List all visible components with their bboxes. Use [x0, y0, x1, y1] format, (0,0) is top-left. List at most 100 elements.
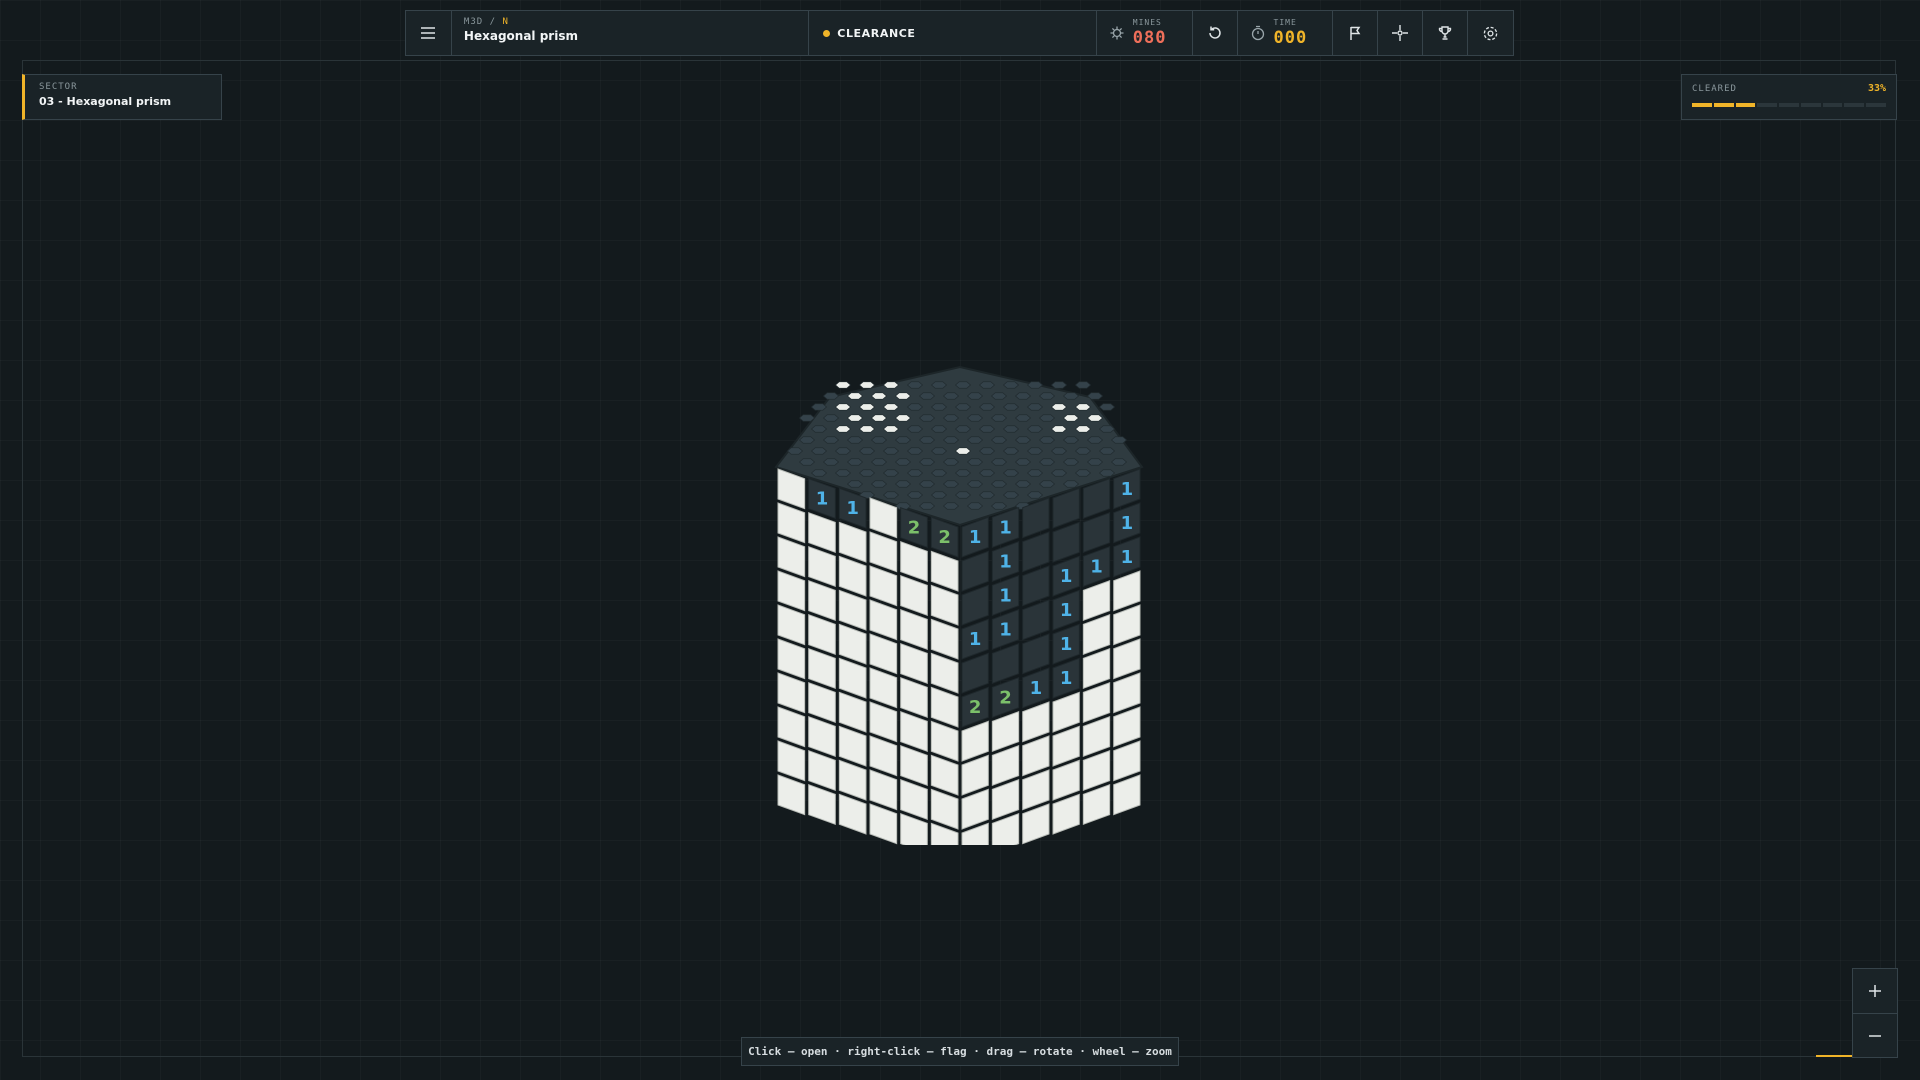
top-cell[interactable] [906, 381, 924, 389]
cell-number[interactable]: 1 [999, 620, 1012, 641]
top-cell[interactable] [918, 414, 936, 422]
cell-number[interactable]: 2 [938, 527, 951, 548]
top-cell[interactable] [990, 414, 1008, 422]
board-cell[interactable] [961, 754, 989, 796]
top-cell[interactable] [1074, 447, 1092, 455]
top-cell[interactable] [918, 436, 936, 444]
top-cell[interactable] [906, 447, 924, 455]
board-cell[interactable] [838, 555, 867, 597]
board-cell[interactable] [1113, 570, 1141, 612]
board-cell[interactable] [808, 647, 836, 690]
top-cell[interactable] [846, 458, 864, 466]
top-cell[interactable] [870, 414, 888, 422]
top-cell[interactable] [858, 381, 876, 389]
cell-number[interactable]: 1 [816, 489, 829, 510]
top-cell[interactable] [798, 414, 816, 422]
top-cell[interactable] [846, 392, 864, 400]
top-cell[interactable] [882, 469, 900, 477]
cell-number[interactable]: 1 [1060, 600, 1073, 621]
board-cell[interactable] [1113, 774, 1141, 816]
top-cell[interactable] [1002, 469, 1020, 477]
board-cell[interactable] [1082, 681, 1111, 724]
board-cell[interactable] [777, 570, 806, 612]
board-cell[interactable] [1113, 638, 1141, 680]
top-cell[interactable] [1014, 480, 1032, 488]
cell-number[interactable]: 1 [1060, 668, 1073, 689]
board-cell[interactable] [1113, 672, 1141, 714]
top-cell[interactable] [870, 436, 888, 444]
board-cell[interactable] [1052, 793, 1080, 835]
board-cell[interactable] [869, 531, 898, 573]
top-cell[interactable] [930, 381, 948, 389]
top-cell[interactable] [1050, 469, 1068, 477]
board-cell[interactable] [777, 604, 806, 646]
board-cell[interactable] [1082, 783, 1111, 826]
cell-number[interactable]: 1 [999, 518, 1012, 539]
top-cell[interactable] [1026, 381, 1044, 389]
top-cell[interactable] [942, 502, 960, 510]
top-cell[interactable] [1110, 436, 1128, 444]
board-cell[interactable] [869, 735, 898, 777]
top-cell[interactable] [1086, 458, 1104, 466]
top-cell[interactable] [990, 480, 1008, 488]
top-cell[interactable] [1014, 392, 1032, 400]
board-cell[interactable] [777, 740, 806, 782]
board-cell[interactable] [1082, 749, 1111, 792]
top-cell[interactable] [894, 458, 912, 466]
top-cell[interactable] [858, 469, 876, 477]
top-cell[interactable] [1002, 403, 1020, 411]
top-cell[interactable] [966, 436, 984, 444]
top-cell[interactable] [930, 447, 948, 455]
cell-number[interactable]: 2 [908, 518, 921, 539]
top-cell[interactable] [822, 436, 840, 444]
top-cell[interactable] [1014, 414, 1032, 422]
top-cell[interactable] [1110, 458, 1128, 466]
top-cell[interactable] [1062, 414, 1080, 422]
board-cell[interactable] [838, 623, 867, 665]
cell-number[interactable]: 1 [999, 552, 1012, 573]
top-cell[interactable] [1002, 425, 1020, 433]
cell-number[interactable]: 2 [969, 697, 982, 718]
board-cell[interactable] [1022, 565, 1050, 607]
board-cell[interactable] [1113, 706, 1141, 748]
cell-number[interactable]: 1 [969, 629, 982, 650]
board-cell[interactable] [869, 599, 898, 641]
top-cell[interactable] [978, 425, 996, 433]
top-cell[interactable] [990, 392, 1008, 400]
board-cell[interactable] [869, 803, 898, 845]
top-cell[interactable] [1014, 458, 1032, 466]
board-cell[interactable] [1022, 803, 1050, 845]
top-cell[interactable] [894, 414, 912, 422]
top-cell[interactable] [858, 425, 876, 433]
board-cell[interactable] [1022, 531, 1050, 573]
top-cell[interactable] [942, 480, 960, 488]
top-cell[interactable] [942, 414, 960, 422]
top-cell[interactable] [1098, 403, 1116, 411]
board-cell[interactable] [1022, 599, 1050, 641]
top-cell[interactable] [1050, 403, 1068, 411]
cell-number[interactable]: 1 [1090, 557, 1103, 578]
top-cell[interactable] [954, 403, 972, 411]
board-cell[interactable] [1082, 715, 1111, 758]
board-cell[interactable] [869, 701, 898, 743]
board-cell[interactable] [930, 584, 959, 626]
top-cell[interactable] [1050, 447, 1068, 455]
board-cell[interactable] [900, 642, 928, 685]
board-cell[interactable] [777, 672, 806, 714]
top-cell[interactable] [846, 480, 864, 488]
top-cell[interactable] [882, 403, 900, 411]
top-cell[interactable] [918, 480, 936, 488]
board-cell[interactable] [930, 754, 959, 796]
top-cell[interactable] [1038, 392, 1056, 400]
top-cell[interactable] [906, 491, 924, 499]
board-cell[interactable] [777, 706, 806, 748]
top-cell[interactable] [906, 469, 924, 477]
board-cell[interactable] [961, 584, 989, 626]
board-cell[interactable] [838, 589, 867, 631]
top-cell[interactable] [834, 425, 852, 433]
board-cell[interactable] [869, 769, 898, 811]
top-cell[interactable] [810, 425, 828, 433]
top-cell[interactable] [930, 425, 948, 433]
board-cell[interactable] [961, 652, 989, 694]
board-cell[interactable] [808, 681, 836, 724]
